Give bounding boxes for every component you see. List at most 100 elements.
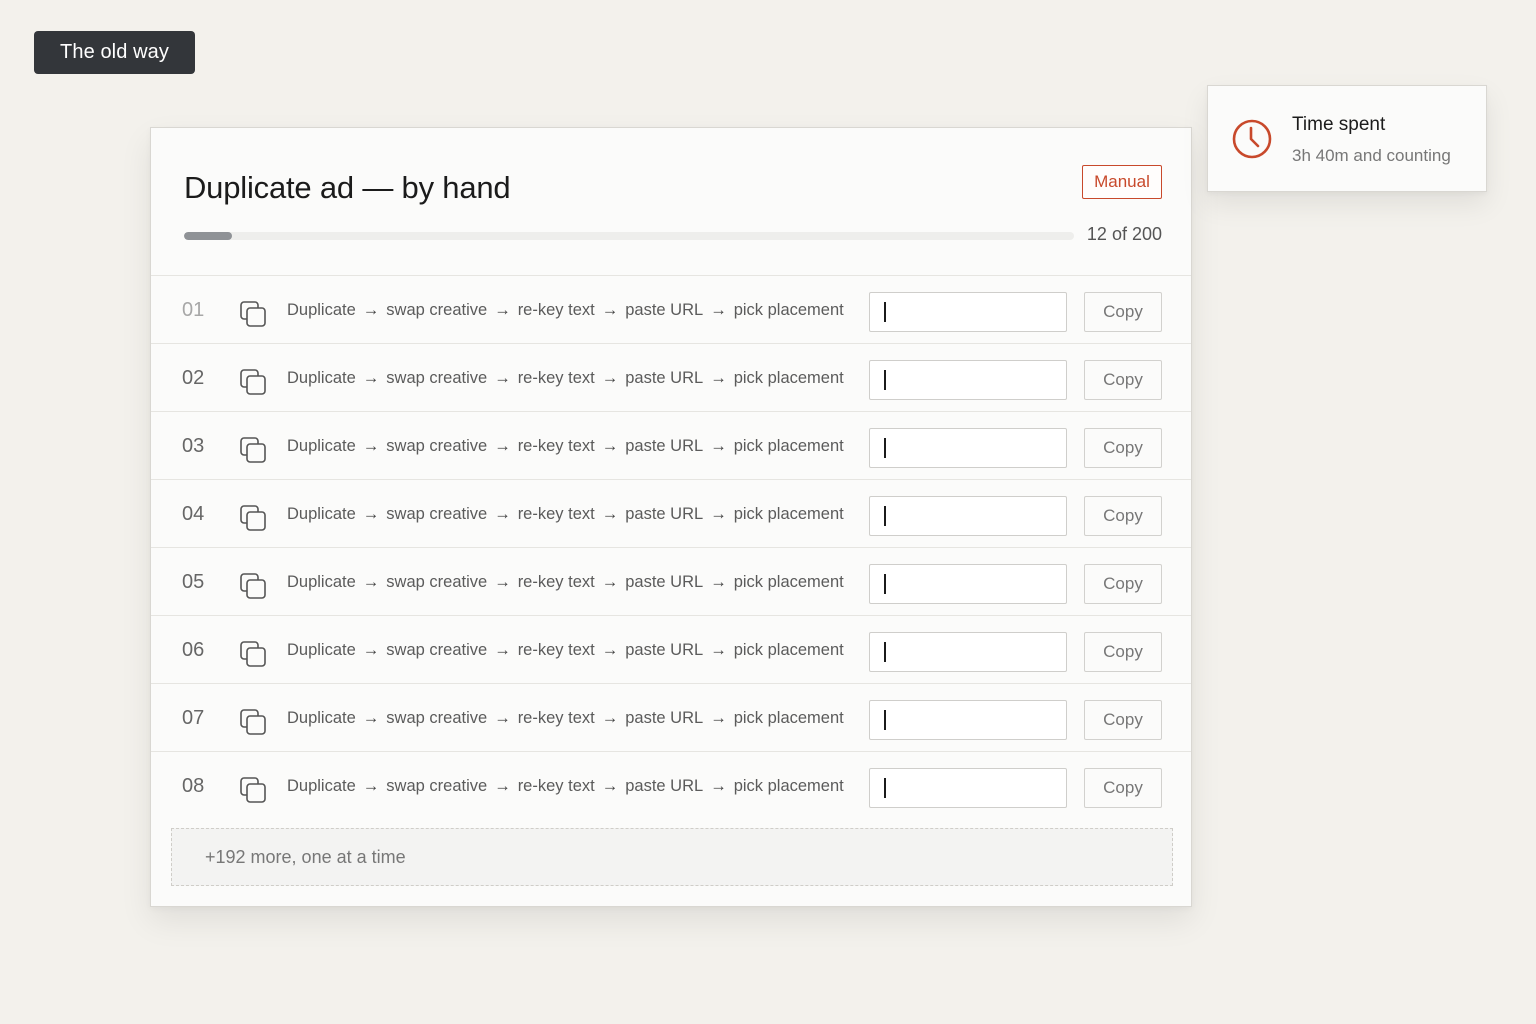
step-label: swap creative (386, 437, 488, 455)
step-label: swap creative (386, 641, 488, 659)
copy-button[interactable]: Copy (1084, 292, 1162, 332)
copy-button[interactable]: Copy (1084, 496, 1162, 536)
arrow-right-icon: → (710, 777, 727, 795)
step-label: Duplicate (287, 709, 356, 727)
arrow-right-icon: → (494, 437, 511, 455)
arrow-right-icon: → (362, 641, 380, 659)
row-number: 06 (182, 639, 205, 661)
text-caret (884, 710, 886, 730)
copy-button[interactable]: Copy (1084, 632, 1162, 672)
row-text-input[interactable] (869, 360, 1067, 400)
copy-button[interactable]: Copy (1084, 360, 1162, 400)
copy-button[interactable]: Copy (1084, 768, 1162, 808)
progress-bar (184, 232, 1074, 240)
text-caret (884, 778, 886, 798)
arrow-right-icon: → (494, 505, 511, 523)
step-label: re-key text (517, 505, 595, 523)
arrow-right-icon: → (362, 709, 380, 727)
table-row: 07 Duplicate → swap creative → re-key text → pa… (151, 683, 1191, 751)
step-label: swap creative (386, 505, 488, 523)
time-spent-card: Time spent 3h 40m and counting (1207, 85, 1487, 192)
copy-button[interactable]: Copy (1084, 700, 1162, 740)
table-row: 03 Duplicate → swap creative → re-key text → pa… (151, 411, 1191, 479)
arrow-right-icon: → (362, 505, 380, 523)
step-label: swap creative (386, 709, 488, 727)
more-rows-note: +192 more, one at a time (171, 828, 1173, 886)
row-steps: Duplicate → swap creative → re-key text → past… (287, 480, 844, 548)
step-label: Duplicate (287, 777, 356, 795)
table-row: 06 Duplicate → swap creative → re-key text → pa… (151, 615, 1191, 683)
step-label: paste URL (625, 437, 704, 455)
row-steps: Duplicate → swap creative → re-key text → past… (287, 752, 844, 820)
step-label: re-key text (517, 709, 595, 727)
row-steps: Duplicate → swap creative → re-key text → past… (287, 684, 844, 752)
copy-button[interactable]: Copy (1084, 564, 1162, 604)
step-label: pick placement (733, 641, 844, 659)
step-label: Duplicate (287, 301, 356, 319)
row-steps: Duplicate → swap creative → re-key text → past… (287, 276, 844, 344)
arrow-right-icon: → (601, 641, 619, 659)
progress-bar-fill (184, 232, 233, 240)
text-caret (884, 574, 886, 594)
row-number: 03 (182, 435, 205, 457)
step-label: re-key text (517, 641, 595, 659)
clock-icon (1232, 119, 1272, 159)
step-label: re-key text (517, 369, 595, 387)
row-number: 08 (182, 775, 205, 797)
duplicate-ad-card: Duplicate ad — by hand Manual 12 of 200 … (150, 127, 1192, 907)
step-label: re-key text (517, 437, 595, 455)
arrow-right-icon: → (601, 437, 619, 455)
progress-count: 12 of 200 (1086, 224, 1162, 244)
table-row: 01 Duplicate → swap creative → re-key text → pa… (151, 275, 1191, 343)
time-spent-title: Time spent (1292, 114, 1386, 135)
row-text-input[interactable] (869, 564, 1067, 604)
arrow-right-icon: → (494, 369, 511, 387)
arrow-right-icon: → (710, 437, 727, 455)
step-label: Duplicate (287, 505, 356, 523)
row-text-input[interactable] (869, 768, 1067, 808)
row-number: 07 (182, 707, 205, 729)
arrow-right-icon: → (601, 369, 619, 387)
row-text-input[interactable] (869, 700, 1067, 740)
duplicate-icon (240, 709, 266, 735)
duplicate-icon (240, 777, 266, 803)
arrow-right-icon: → (710, 709, 727, 727)
row-text-input[interactable] (869, 496, 1067, 536)
card-title: Duplicate ad — by hand (184, 170, 511, 205)
row-text-input[interactable] (869, 292, 1067, 332)
arrow-right-icon: → (601, 505, 619, 523)
step-label: Duplicate (287, 573, 356, 591)
row-steps: Duplicate → swap creative → re-key text → past… (287, 548, 844, 616)
step-label: swap creative (386, 573, 488, 591)
arrow-right-icon: → (494, 777, 511, 795)
table-row: 05 Duplicate → swap creative → re-key text → pa… (151, 547, 1191, 615)
step-label: paste URL (625, 641, 704, 659)
step-label: swap creative (386, 777, 488, 795)
step-label: paste URL (625, 573, 704, 591)
step-label: pick placement (733, 709, 844, 727)
arrow-right-icon: → (494, 709, 511, 727)
step-label: pick placement (733, 437, 844, 455)
step-label: Duplicate (287, 437, 356, 455)
step-label: Duplicate (287, 369, 356, 387)
duplicate-icon (240, 641, 266, 667)
table-row: 02 Duplicate → swap creative → re-key text → pa… (151, 343, 1191, 411)
step-label: pick placement (733, 505, 844, 523)
step-label: swap creative (386, 301, 488, 319)
copy-button[interactable]: Copy (1084, 428, 1162, 468)
row-text-input[interactable] (869, 428, 1067, 468)
text-caret (884, 642, 886, 662)
arrow-right-icon: → (710, 301, 727, 319)
arrow-right-icon: → (362, 777, 380, 795)
arrow-right-icon: → (601, 709, 619, 727)
step-label: paste URL (625, 709, 704, 727)
step-label: swap creative (386, 369, 488, 387)
row-text-input[interactable] (869, 632, 1067, 672)
arrow-right-icon: → (710, 573, 727, 591)
duplicate-rows-list: 01 Duplicate → swap creative → re-key text → pa… (151, 275, 1191, 819)
arrow-right-icon: → (494, 573, 511, 591)
table-row: 08 Duplicate → swap creative → re-key text → pa… (151, 751, 1191, 819)
arrow-right-icon: → (601, 777, 619, 795)
arrow-right-icon: → (362, 369, 380, 387)
arrow-right-icon: → (494, 641, 511, 659)
